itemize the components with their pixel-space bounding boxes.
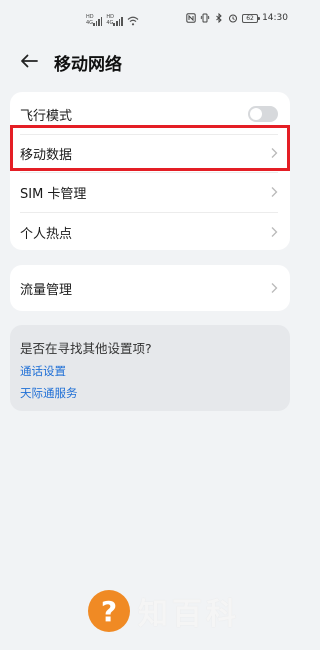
chevron-right-icon <box>271 227 278 237</box>
vibrate-icon <box>200 13 210 23</box>
alarm-icon <box>229 14 238 23</box>
call-settings-link[interactable]: 通话设置 <box>20 363 66 379</box>
watermark: ? 知百科 <box>88 587 240 635</box>
wifi-icon <box>127 16 139 26</box>
personal-hotspot-row[interactable]: 个人热点 <box>10 212 290 252</box>
status-right: 62 14:30 <box>186 13 288 23</box>
back-button[interactable] <box>18 52 40 70</box>
status-bar: HD 4G HD 4G 62 14:30 <box>0 0 300 40</box>
status-left: HD 4G HD 4G <box>86 14 139 26</box>
skytone-service-link[interactable]: 天际通服务 <box>20 385 78 401</box>
header: 移动网络 <box>0 44 300 76</box>
suggestions-panel: 是否在寻找其他设置项? 通话设置 天际通服务 <box>10 325 290 411</box>
battery-indicator: 62 <box>242 13 261 23</box>
status-time: 14:30 <box>262 13 288 23</box>
data-usage-label: 流量管理 <box>20 282 73 298</box>
sim1-tag-4g: 4G <box>86 20 94 26</box>
back-arrow-icon <box>21 54 38 68</box>
watermark-text: 知百科 <box>138 597 240 632</box>
airplane-mode-label: 飞行模式 <box>20 108 73 124</box>
sim-management-label: SIM 卡管理 <box>20 186 87 202</box>
airplane-mode-toggle[interactable] <box>248 106 278 122</box>
bluetooth-icon <box>216 13 222 23</box>
settings-card-data-usage: 流量管理 <box>10 265 290 311</box>
personal-hotspot-label: 个人热点 <box>20 226 73 242</box>
sim-management-row[interactable]: SIM 卡管理 <box>10 172 290 212</box>
sim1-signal-icon: HD 4G <box>86 15 103 26</box>
nfc-icon <box>186 13 196 23</box>
sim2-tag-4g: 4G <box>106 20 114 26</box>
page-title: 移动网络 <box>54 55 122 75</box>
chevron-right-icon <box>271 283 278 293</box>
settings-card-main: 飞行模式 移动数据 SIM 卡管理 个人热点 <box>10 92 290 250</box>
watermark-question-icon: ? <box>88 590 130 632</box>
sim2-signal-icon: HD 4G <box>106 15 123 26</box>
suggestions-question: 是否在寻找其他设置项? <box>20 341 152 356</box>
data-usage-row[interactable]: 流量管理 <box>10 268 290 308</box>
highlight-box <box>10 125 290 171</box>
chevron-right-icon <box>271 187 278 197</box>
